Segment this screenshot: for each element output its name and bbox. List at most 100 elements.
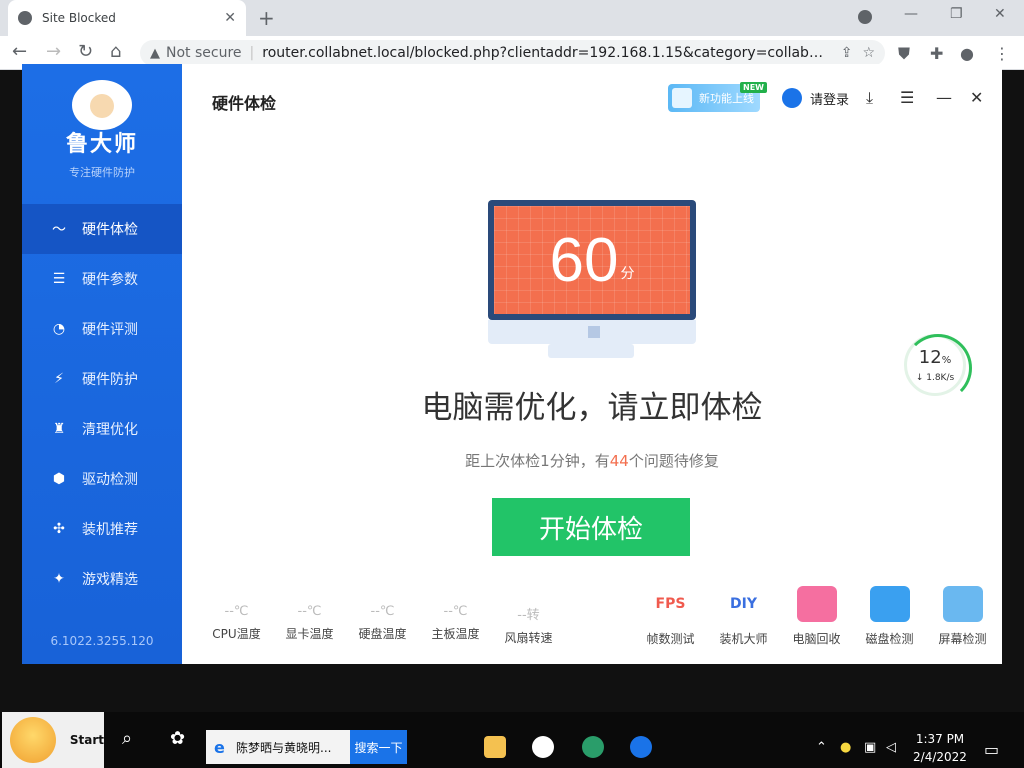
taskbar-task-ie[interactable]: e 陈梦晒与黄晓明... [206,730,350,764]
start-button[interactable]: Start [2,712,104,768]
tool-pc-recycle[interactable]: 电脑回收 [780,586,853,647]
main-panel: 硬件体检 新功能上线 NEW 请登录 ⤓ ☰ — ✕ 60 分 电脑需优化，请立… [182,64,1002,664]
brand-slogan: 专注硬件防护 [69,166,135,179]
extensions-puzzle-icon[interactable]: ✚ [930,44,943,63]
sidebar-item-hardware-benchmark[interactable]: ◔ 硬件评测 [22,304,182,354]
health-score: 60 [549,225,619,295]
address-bar[interactable]: ▲ Not secure | router.collabnet.local/bl… [140,40,885,66]
task-view-icon[interactable]: ✿ [170,728,185,749]
share-icon[interactable]: ⇪ [841,45,853,61]
monitor-bezel [488,320,696,344]
sidebar-item-label: 硬件评测 [82,322,138,338]
sidebar-item-build-recommend[interactable]: ✣ 装机推荐 [22,504,182,554]
issue-count: 44 [609,452,629,470]
new-feature-icon [672,88,692,108]
start-orb-icon [10,717,56,763]
tray-app-icon[interactable]: ● [840,740,851,755]
browser-menu-icon[interactable]: ⋮ [994,44,1010,63]
menu-icon[interactable]: ☰ [900,88,914,107]
home-icon[interactable]: ⌂ [110,41,121,62]
search-icon[interactable]: ⌕ [122,728,132,749]
score-unit: 分 [620,266,635,282]
screen-magnifier-icon [942,586,983,622]
sidebar-item-hardware-params[interactable]: ☰ 硬件参数 [22,254,182,304]
tool-shortcuts: FPS 帧数测试 DIY 装机大师 电脑回收 磁盘检测 屏幕检测 [634,586,999,647]
status-subline: 距上次体检1分钟，有44个问题待修复 [465,452,719,470]
sidebar-item-label: 硬件参数 [82,272,138,288]
not-secure-label[interactable]: Not secure [166,45,242,61]
sidebar-item-cleanup[interactable]: ♜ 清理优化 [22,404,182,454]
login-button[interactable]: 请登录 [782,88,849,108]
sidebar-item-label: 游戏精选 [82,572,138,588]
network-percent: 12% [918,347,952,368]
shield-extension-icon[interactable]: ⛊ [898,44,910,64]
list-icon: ☰ [52,271,66,287]
notifications-icon[interactable]: ▭ [984,740,999,759]
back-icon[interactable]: ← [12,41,27,62]
sidebar-item-label: 清理优化 [82,422,138,438]
gamepad-icon: ✦ [53,571,65,587]
volume-muted-icon[interactable]: ◁ [886,740,896,755]
tab-close-icon[interactable]: ✕ [224,10,236,26]
taskbar-search-button[interactable]: 搜索一下 [350,730,407,764]
disk-icon [869,586,910,622]
file-explorer-icon[interactable] [484,736,506,758]
hexagon-gear-icon: ⬢ [52,471,66,487]
ludashi-window: 鲁大师 专注硬件防护 〜 硬件体检 ☰ 硬件参数 ◔ 硬件评测 ⚡ 硬件防护 ♜… [22,64,1002,664]
sensor-board-temp: --℃ 主板温度 [431,604,480,641]
tool-diy-master[interactable]: DIY 装机大师 [707,586,780,647]
network-icon[interactable]: ▣ [864,740,876,755]
status-headline: 电脑需优化，请立即体检 [421,390,763,426]
window-close-icon[interactable]: ✕ [994,6,1006,22]
score-screen: 60 分 [494,206,690,314]
brand-name: 鲁大师 [65,132,138,157]
edge-icon[interactable] [582,736,604,758]
restore-icon[interactable]: ❐ [950,6,963,22]
monitor-illustration: 60 分 [488,200,696,320]
shield-bolt-icon: ⚡ [54,371,64,387]
ludashi-taskbar-icon[interactable] [630,736,652,758]
tool-fps-test[interactable]: FPS 帧数测试 [634,586,707,647]
download-icon[interactable]: ⤓ [866,88,873,108]
start-checkup-button[interactable]: 开始体检 [492,498,690,556]
browser-tab[interactable]: Site Blocked ✕ [8,0,246,36]
sensor-gpu-temp: --℃ 显卡温度 [285,604,334,641]
sidebar-item-hardware-protection[interactable]: ⚡ 硬件防护 [22,354,182,404]
sensor-cpu-temp: --℃ CPU温度 [212,604,261,641]
monitor-pulse-icon: 〜 [52,222,66,238]
clock[interactable]: 1:37 PM 2/4/2022 [900,730,980,766]
network-speed-widget[interactable]: 12% ↓ 1.8K/s [904,334,972,402]
fps-icon: FPS [655,596,686,612]
warning-icon[interactable]: ▲ [150,46,160,61]
url-text[interactable]: router.collabnet.local/blocked.php?clien… [262,45,830,61]
tool-screen-check[interactable]: 屏幕检测 [926,586,999,647]
chat-icon[interactable] [532,736,554,758]
bookmark-star-icon[interactable]: ☆ [862,45,875,61]
network-speed: ↓ 1.8K/s [915,373,955,383]
new-tab-button[interactable]: + [258,6,275,30]
user-avatar-icon [782,88,802,108]
tray-chevron-icon[interactable]: ⌃ [816,740,827,755]
profile-icon[interactable]: ● [960,44,974,63]
reload-icon[interactable]: ↻ [78,41,93,62]
address-separator: | [249,45,255,61]
fan-icon: ✣ [53,521,65,537]
tab-search-icon[interactable] [858,10,872,24]
sensor-readouts: --℃ CPU温度 --℃ 显卡温度 --℃ 硬盘温度 --℃ 主板温度 --转 风扇转速 [200,604,565,646]
sidebar-item-hardware-checkup[interactable]: 〜 硬件体检 [22,204,182,254]
forward-icon[interactable]: → [46,41,61,62]
sensor-fan-speed: --转 风扇转速 [504,608,553,645]
start-label: Start [69,733,104,747]
minimize-icon[interactable]: — [936,88,952,107]
sidebar-item-driver-check[interactable]: ⬢ 驱动检测 [22,454,182,504]
sidebar-item-label: 硬件体检 [82,222,138,238]
minimize-icon[interactable]: — [904,6,918,22]
close-icon[interactable]: ✕ [970,88,983,107]
broom-icon: ♜ [52,421,66,437]
globe-icon [18,11,32,25]
tool-disk-check[interactable]: 磁盘检测 [853,586,926,647]
sidebar: 鲁大师 专注硬件防护 〜 硬件体检 ☰ 硬件参数 ◔ 硬件评测 ⚡ 硬件防护 ♜… [22,64,182,664]
taskbar: Start ⌕ ✿ e 陈梦晒与黄晓明... 搜索一下 ⌃ ● ▣ ◁ 1:37… [0,712,1024,768]
sidebar-item-games[interactable]: ✦ 游戏精选 [22,554,182,604]
tab-title: Site Blocked [42,11,116,25]
